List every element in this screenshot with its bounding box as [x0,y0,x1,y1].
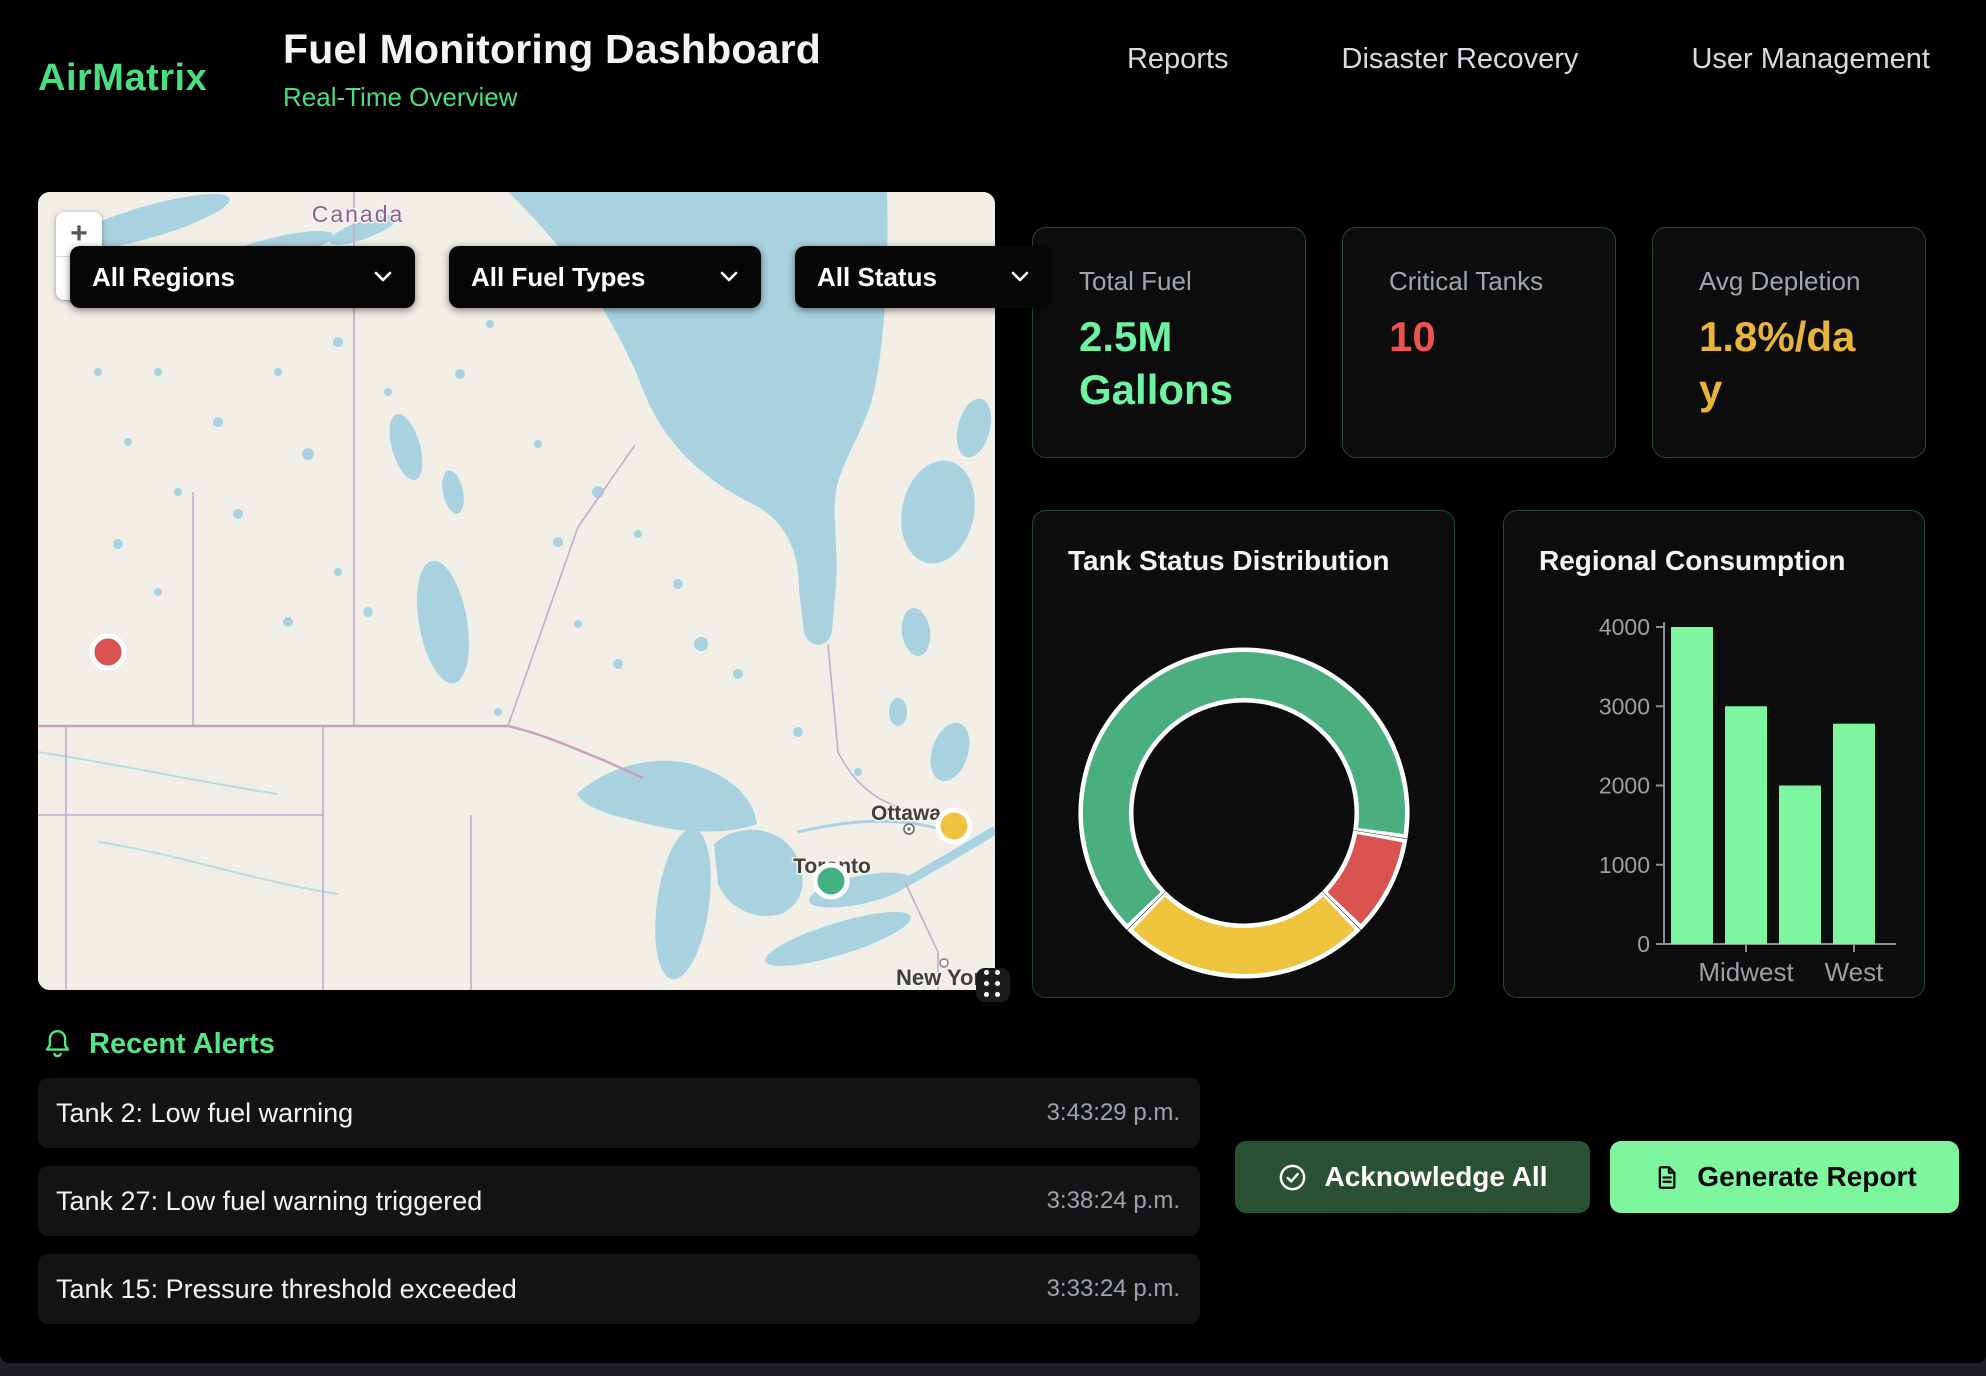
label-canada: Canada [312,201,405,227]
stat-value: 1.8%/day [1699,311,1874,416]
stat-label: Avg Depletion [1699,266,1925,297]
svg-text:West: West [1825,957,1885,987]
nav-reports[interactable]: Reports [1127,43,1229,76]
regional-consumption-bar-chart: 0 1000 2000 3000 4000 Midwest West [1504,511,1926,999]
header: AirMatrix Fuel Monitoring Dashboard Real… [0,0,1986,135]
region-filter-value: All Regions [92,262,235,293]
chevron-down-icon [719,271,739,283]
stat-label: Critical Tanks [1389,266,1615,297]
svg-text:Midwest: Midwest [1698,957,1794,987]
stat-cards: Total Fuel 2.5M Gallons Critical Tanks 1… [1032,227,1926,458]
fuel-type-filter-dropdown[interactable]: All Fuel Types [449,246,761,308]
map-svg: Canada Ottawa Toronto New York [38,192,995,990]
alert-row[interactable]: Tank 2: Low fuel warning 3:43:29 p.m. [38,1078,1200,1148]
acknowledge-all-label: Acknowledge All [1324,1161,1547,1193]
marker-tank-normal[interactable] [815,865,847,897]
svg-text:3000: 3000 [1599,693,1650,719]
tank-status-card: Tank Status Distribution [1032,510,1455,998]
marker-tank-warning[interactable] [938,810,970,842]
document-icon [1652,1163,1681,1192]
stat-label: Total Fuel [1079,266,1305,297]
alerts-title: Recent Alerts [89,1028,275,1061]
acknowledge-all-button[interactable]: Acknowledge All [1235,1141,1590,1213]
alert-message: Tank 15: Pressure threshold exceeded [56,1274,517,1305]
alert-timestamp: 3:43:29 p.m. [1047,1099,1180,1127]
page-title: Fuel Monitoring Dashboard [283,26,821,73]
stat-card-critical-tanks: Critical Tanks 10 [1342,227,1616,458]
stat-value: 10 [1389,311,1564,364]
alert-timestamp: 3:33:24 p.m. [1047,1275,1180,1303]
map-filters: All Regions All Fuel Types All Status [70,246,1052,308]
svg-text:2000: 2000 [1599,773,1650,799]
alerts-header: Recent Alerts [42,1028,275,1061]
alert-message: Tank 2: Low fuel warning [56,1098,353,1129]
generate-report-label: Generate Report [1697,1161,1916,1193]
region-filter-dropdown[interactable]: All Regions [70,246,415,308]
alert-row[interactable]: Tank 27: Low fuel warning triggered 3:38… [38,1166,1200,1236]
svg-text:4000: 4000 [1599,614,1650,640]
nav-user-management[interactable]: User Management [1691,43,1930,76]
alert-timestamp: 3:38:24 p.m. [1047,1187,1180,1215]
svg-text:0: 0 [1637,931,1650,957]
regional-consumption-card: Regional Consumption 0 1000 2000 3000 4000 Mi… [1503,510,1925,998]
bell-icon [42,1028,73,1061]
content-bottom-rounding [0,1354,1986,1363]
nav-disaster-recovery[interactable]: Disaster Recovery [1342,43,1579,76]
tank-status-donut-chart [1033,511,1456,999]
alert-row[interactable]: Tank 15: Pressure threshold exceeded 3:3… [38,1254,1200,1324]
app-logo[interactable]: AirMatrix [38,57,207,100]
chevron-down-icon [373,271,393,283]
map-canvas[interactable]: Canada Ottawa Toronto New York [38,192,995,990]
svg-text:1000: 1000 [1599,852,1650,878]
status-filter-value: All Status [817,262,937,293]
stat-value: 2.5M Gallons [1079,311,1254,416]
label-ottawa: Ottawa [871,802,941,825]
generate-report-button[interactable]: Generate Report [1610,1141,1959,1213]
marker-tank-critical[interactable] [92,636,124,668]
map-resize-handle[interactable] [976,968,1010,1002]
donut-chart-title: Tank Status Distribution [1068,545,1390,577]
main-nav: Reports Disaster Recovery User Managemen… [1127,0,1930,118]
stat-card-avg-depletion: Avg Depletion 1.8%/day [1652,227,1926,458]
alert-message: Tank 27: Low fuel warning triggered [56,1186,482,1217]
fuel-type-filter-value: All Fuel Types [471,262,645,293]
bar-chart-title: Regional Consumption [1539,545,1845,577]
fuel-monitoring-dashboard: AirMatrix Fuel Monitoring Dashboard Real… [0,0,1986,1376]
stat-card-total-fuel: Total Fuel 2.5M Gallons [1032,227,1306,458]
chevron-down-icon [1010,271,1030,283]
title-block: Fuel Monitoring Dashboard Real-Time Over… [283,26,821,113]
status-filter-dropdown[interactable]: All Status [795,246,1052,308]
map-panel: Canada Ottawa Toronto New York + − All R… [38,192,995,990]
check-circle-icon [1277,1162,1308,1193]
page-subtitle: Real-Time Overview [283,82,821,113]
